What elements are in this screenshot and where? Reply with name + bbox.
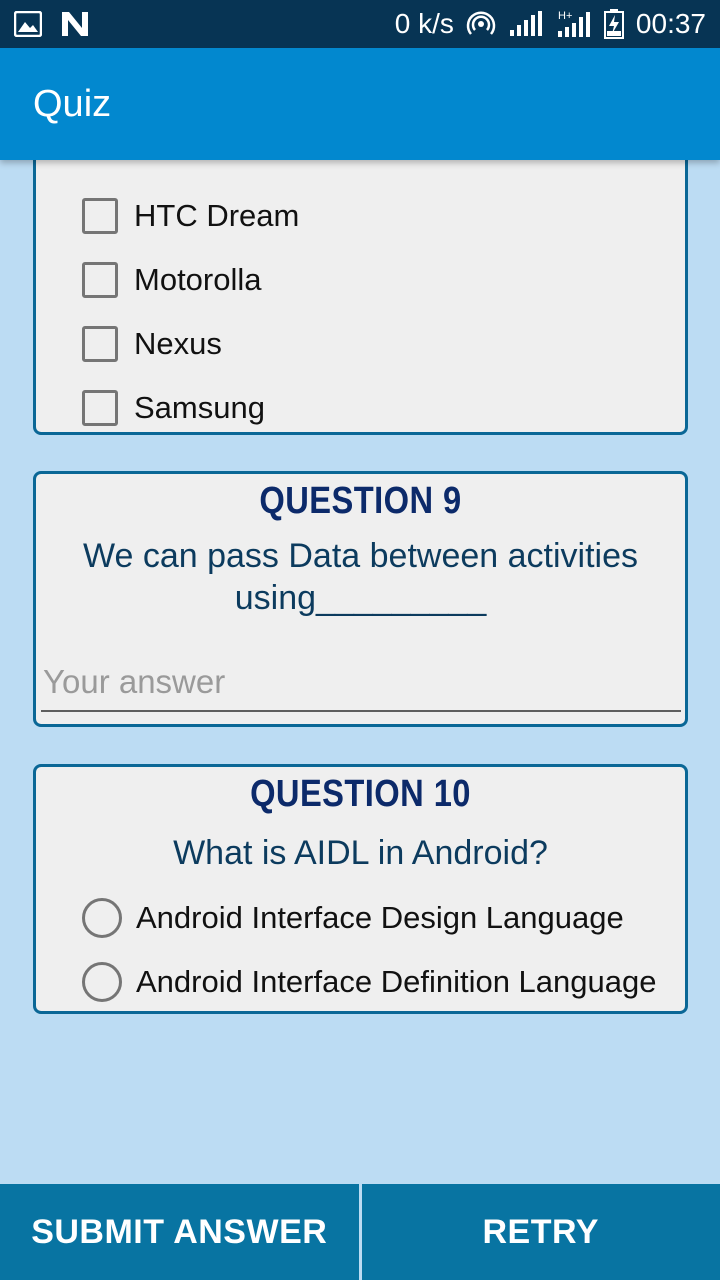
app-bar: Quiz [0,48,720,160]
option-design-language[interactable]: Android Interface Design Language [82,894,624,942]
question-text-line-1: We can pass Data between activities [83,537,638,575]
question-text-line-2: using_________ [234,579,487,617]
svg-text:H+: H+ [558,10,572,22]
option-label: Nexus [134,326,222,361]
network-speed: 0 k/s [394,8,454,39]
question-title: QUESTION 9 [259,480,462,522]
radio-icon[interactable] [82,898,122,938]
option-label: Motorolla [134,262,262,297]
answer-input[interactable] [41,654,681,712]
question-card-8: HTC Dream Motorolla Nexus Samsung [33,160,688,435]
option-label: Samsung [134,390,265,425]
checkbox-icon[interactable] [82,326,118,362]
option-htc-dream[interactable]: HTC Dream [82,192,299,240]
bottom-action-bar: SUBMIT ANSWER RETRY [0,1184,720,1280]
status-bar: 0 k/s H+ 00:37 [0,0,720,48]
question-card-9: QUESTION 9 We can pass Data between acti… [33,471,688,727]
option-label: Android Interface Design Language [136,900,624,935]
question-text: What is AIDL in Android? [173,834,548,872]
hotspot-icon [466,9,496,39]
image-icon [14,11,42,37]
option-label: Android Interface Definition Language [136,964,657,999]
option-samsung[interactable]: Samsung [82,384,265,432]
radio-icon[interactable] [82,962,122,1002]
status-time: 00:37 [635,8,706,39]
signal-hplus-icon: H+ [556,9,592,39]
option-label: HTC Dream [134,198,300,233]
checkbox-icon[interactable] [82,390,118,426]
option-nexus[interactable]: Nexus [82,320,222,368]
quiz-content[interactable]: HTC Dream Motorolla Nexus Samsung QUESTI… [0,160,720,1184]
n-logo-icon [60,10,90,38]
question-title: QUESTION 10 [250,773,471,815]
submit-answer-button[interactable]: SUBMIT ANSWER [0,1184,359,1280]
option-definition-language[interactable]: Android Interface Definition Language [82,958,656,1006]
checkbox-icon[interactable] [82,262,118,298]
option-motorolla[interactable]: Motorolla [82,256,262,304]
checkbox-icon[interactable] [82,198,118,234]
retry-button[interactable]: RETRY [361,1184,720,1280]
signal-icon [508,10,544,38]
question-card-10: QUESTION 10 What is AIDL in Android? And… [33,764,688,1014]
battery-charging-icon [603,9,624,39]
app-title: Quiz [33,82,112,125]
